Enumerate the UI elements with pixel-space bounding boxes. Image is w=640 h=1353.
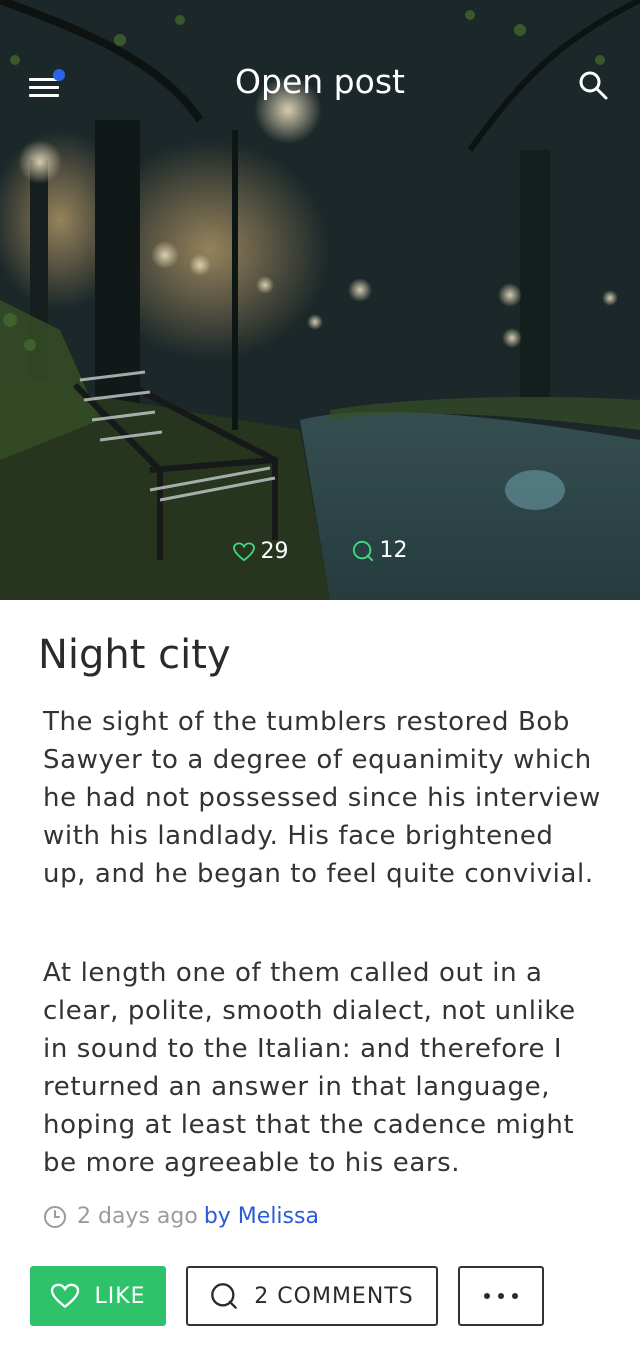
post-stats: 29 12: [0, 538, 640, 568]
post-meta: 2 days ago by Melissa: [43, 1204, 319, 1229]
search-icon: [579, 71, 608, 100]
like-button-label: LIKE: [94, 1283, 146, 1309]
comments-stat[interactable]: 12: [352, 538, 408, 563]
like-button[interactable]: LIKE: [30, 1266, 166, 1326]
more-button[interactable]: [458, 1266, 544, 1326]
top-bar: Open post: [0, 0, 640, 170]
post-title: Night city: [38, 632, 231, 678]
post-author-link[interactable]: by Melissa: [204, 1204, 319, 1229]
hero-image: Open post 29 12: [0, 0, 640, 600]
comment-bubble-icon: [352, 540, 373, 561]
comments-button-label: 2 COMMENTS: [254, 1283, 414, 1309]
post-time: 2 days ago: [77, 1204, 198, 1229]
clock-icon: [44, 1205, 66, 1228]
comment-bubble-icon: [211, 1283, 238, 1309]
comments-button[interactable]: 2 COMMENTS: [186, 1266, 438, 1326]
likes-stat[interactable]: 29: [232, 539, 289, 564]
heart-icon: [232, 541, 255, 561]
search-button[interactable]: [576, 68, 610, 102]
comments-count: 12: [379, 538, 408, 563]
post-paragraph: The sight of the tumblers restored Bob S…: [43, 707, 601, 889]
heart-icon: [51, 1283, 80, 1309]
post-paragraph: At length one of them called out in a cl…: [43, 958, 576, 1178]
page-title: Open post: [235, 62, 405, 101]
more-dots-icon: [480, 1293, 522, 1299]
likes-count: 29: [260, 539, 289, 564]
